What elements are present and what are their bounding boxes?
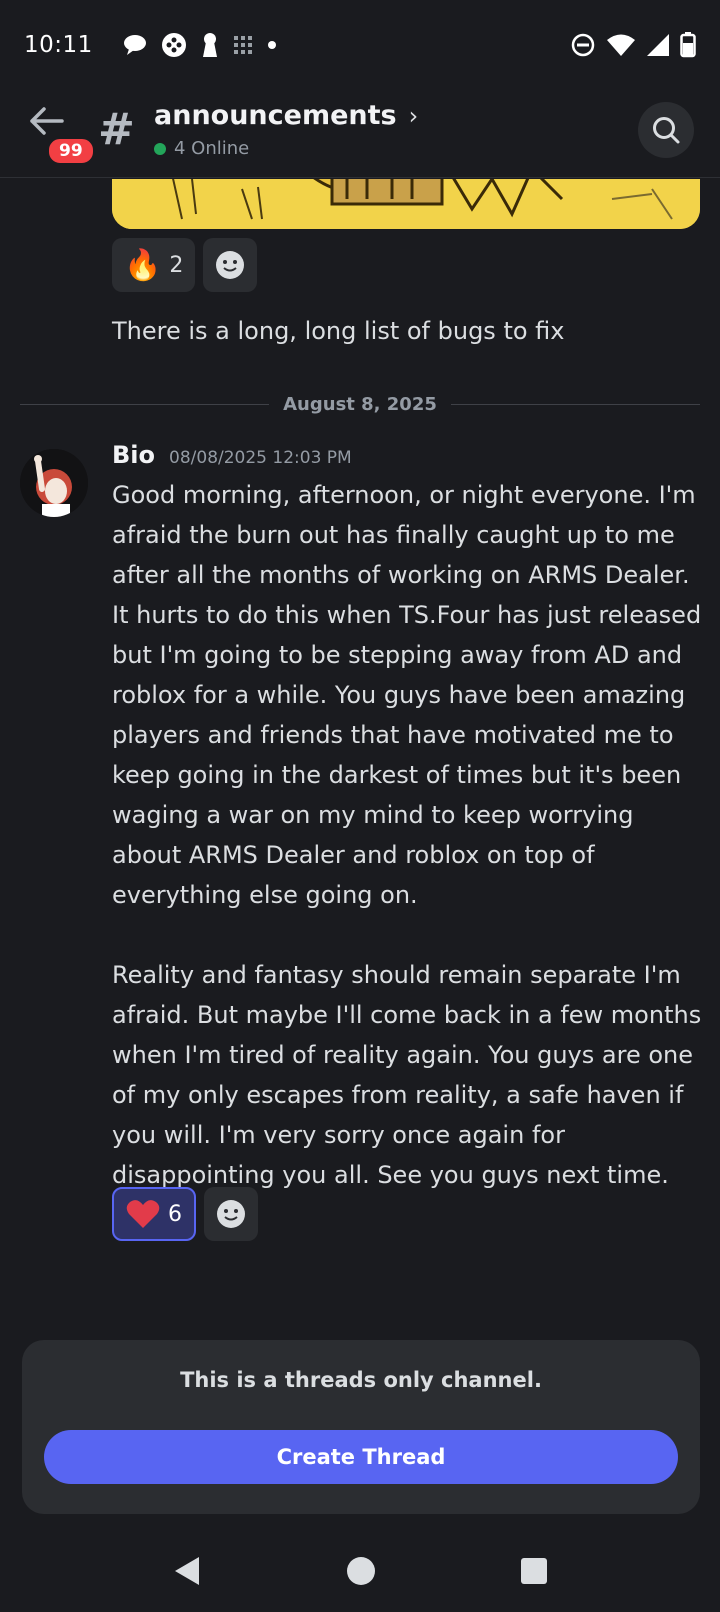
- notification-icons: [123, 32, 277, 58]
- cartoon-image: [112, 179, 700, 229]
- keyhole-icon: [202, 33, 217, 57]
- signal-icon: [647, 34, 669, 56]
- chevron-right-icon: ›: [408, 101, 419, 130]
- author-name[interactable]: Bio: [112, 441, 155, 469]
- smiley-icon: [216, 251, 245, 279]
- hash-icon: #: [98, 104, 135, 155]
- reaction-count: 6: [168, 1201, 182, 1227]
- grid-icon: [233, 36, 252, 54]
- search-button[interactable]: [638, 102, 694, 158]
- message-header: Bio 08/08/2025 12:03 PM: [112, 441, 352, 469]
- add-reaction-button[interactable]: [204, 1187, 258, 1241]
- chat-bubble-icon: [123, 35, 146, 55]
- smiley-icon: [217, 1200, 245, 1228]
- heart-icon: [126, 1200, 160, 1228]
- status-time: 10:11: [24, 32, 93, 58]
- system-nav-bar: [0, 1530, 720, 1612]
- date-divider: August 8, 2025: [20, 389, 701, 419]
- heart-reaction[interactable]: 6: [112, 1187, 196, 1241]
- thread-composer: This is a threads only channel. Create T…: [22, 1340, 700, 1514]
- status-bar: 10:11: [0, 0, 720, 90]
- message-list[interactable]: 🔥 2 There is a long, long list of bugs t…: [0, 179, 720, 1329]
- system-icons: [570, 32, 696, 58]
- online-dot-icon: [154, 142, 166, 155]
- wifi-icon: [607, 34, 635, 56]
- channel-title-button[interactable]: announcements ›: [154, 100, 418, 131]
- date-label: August 8, 2025: [283, 393, 437, 415]
- dot-icon: [267, 41, 276, 49]
- gamepad-icon: [161, 33, 186, 57]
- battery-icon: [680, 32, 696, 58]
- recents-square-icon[interactable]: [520, 1557, 548, 1585]
- add-reaction-button[interactable]: [203, 238, 258, 292]
- avatar[interactable]: [20, 449, 88, 517]
- search-icon: [653, 117, 680, 144]
- create-thread-button[interactable]: Create Thread: [44, 1430, 678, 1484]
- previous-message-text: There is a long, long list of bugs to fi…: [112, 317, 565, 345]
- arrow-left-icon: [30, 107, 64, 135]
- divider-line: [20, 403, 270, 405]
- reaction-row-message: 6: [112, 1187, 258, 1241]
- message-body: Good morning, afternoon, or night everyo…: [112, 481, 702, 1189]
- online-status: 4 Online: [154, 138, 249, 159]
- fire-reaction[interactable]: 🔥 2: [112, 238, 196, 292]
- fire-emoji: 🔥: [124, 247, 162, 283]
- avatar-image: [20, 449, 88, 517]
- reaction-row-previous: 🔥 2: [112, 238, 258, 292]
- image-attachment[interactable]: [112, 179, 700, 229]
- online-count: 4 Online: [174, 138, 250, 159]
- threads-only-notice: This is a threads only channel.: [180, 1368, 542, 1392]
- home-circle-icon[interactable]: [345, 1555, 377, 1587]
- back-triangle-icon[interactable]: [172, 1555, 202, 1587]
- unread-badge: 99: [46, 136, 96, 166]
- timestamp: 08/08/2025 12:03 PM: [169, 448, 352, 468]
- do-not-disturb-icon: [571, 33, 595, 57]
- divider-line: [450, 403, 701, 405]
- channel-header: 99 # announcements › 4 Online: [0, 90, 720, 178]
- reaction-count: 2: [169, 252, 184, 278]
- channel-name: announcements: [154, 100, 397, 131]
